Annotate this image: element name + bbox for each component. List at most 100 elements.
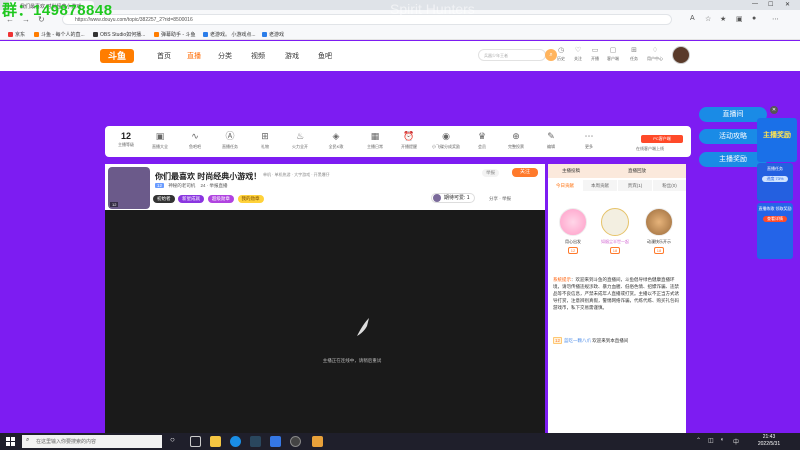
toolbar-item[interactable]: ⏰ 开播提醒 [395, 131, 423, 150]
toolbar-item[interactable]: ⊕ 完整投票 [502, 131, 530, 150]
toolbar-item[interactable]: ▦ 主播日常 [361, 131, 389, 150]
bookmark-item[interactable]: 京东 [8, 31, 25, 38]
rank-user[interactable]: 如烟尘半世一起 18 [596, 208, 634, 254]
replay-link[interactable]: 直播回放 [628, 168, 646, 174]
anchor-name[interactable]: 神秘的老司机 [168, 183, 195, 188]
pc-client-button[interactable]: PC客户端 [641, 135, 683, 143]
chat-username[interactable]: 蓝吃一颗八爪 [564, 338, 591, 343]
toolbar-item[interactable]: ♨ 火力全开 [286, 131, 314, 150]
bookmark-item[interactable]: 斗鱼 - 每个人的直... [34, 31, 85, 38]
toolbar-item[interactable]: ◈ 全民K歌 [322, 131, 350, 150]
loading-text: 主播正在连线中，请稍后重试 [322, 358, 382, 363]
windows-start-icon[interactable] [6, 437, 15, 446]
nav-game[interactable]: 游戏 [285, 51, 299, 61]
avatar [601, 208, 629, 236]
follow-button[interactable]: 关注 [512, 168, 538, 177]
badge[interactable]: 我的勋章 [237, 195, 264, 203]
follow-count[interactable]: 期待可爱: 1 [431, 193, 475, 203]
app-icon[interactable] [312, 436, 323, 447]
nav-fishbar[interactable]: 鱼吧 [318, 51, 332, 61]
toolbar-item[interactable]: ✎ 编辑 [537, 131, 565, 150]
bookmark-item[interactable]: 弹幕助手 - 斗鱼 [154, 31, 195, 38]
history-button[interactable]: ◷ 历史 [553, 47, 569, 62]
network-icon[interactable]: ◫ [708, 437, 714, 444]
taskbar-clock[interactable]: 21:43 2022/5/31 [752, 434, 786, 448]
task-progress-card[interactable]: 直播任务 进度 73% [757, 163, 793, 201]
favorite-star-icon[interactable]: ☆ [705, 15, 711, 23]
taskbar-search-input[interactable]: ⌕ 在这里输入你要搜索的内容 [22, 435, 162, 448]
anchor-info: 12 神秘的老司机 24 · 举报直播 [155, 183, 228, 188]
collections-icon[interactable]: ▣ [736, 15, 743, 23]
nav-video[interactable]: 视频 [251, 51, 265, 61]
promo-card[interactable]: 直播练歌 领取奖励 查看详情 [757, 203, 793, 259]
bookmark-item[interactable]: OBS Studio如何播... [93, 31, 145, 38]
bookmark-item[interactable]: 老游戏 [262, 31, 284, 38]
url-input[interactable]: https://www.douyu.com/topic/382257_2?rid… [62, 14, 672, 25]
badge[interactable]: 超级勋章 [207, 195, 234, 203]
chat-panel: 主播投稿 直播回放 今日贡献 本周贡献 贵宾(1) 粉丝(0) 用心出发 12 … [548, 164, 686, 434]
douyu-logo[interactable]: 斗鱼 [100, 49, 134, 63]
video-player[interactable]: 主播正在连线中，请稍后重试 [105, 210, 545, 434]
steam-icon[interactable] [250, 436, 261, 447]
store-icon[interactable] [270, 436, 281, 447]
edge-icon[interactable] [230, 436, 241, 447]
edit-icon: ✎ [547, 131, 555, 141]
detail-button[interactable]: 查看详情 [763, 216, 787, 222]
tab-vip[interactable]: 贵宾(1) [618, 180, 652, 191]
overlay-watermark: Spirit Hunters [390, 1, 475, 17]
badge[interactable]: 新星成就 [178, 195, 205, 203]
search-input[interactable]: 兵器少年王者 ⌕ [478, 49, 557, 61]
windows-taskbar: ⌕ 在这里输入你要搜索的内容 ○ ⌃ ◫ ◖ 中 21:43 2022/5/31 [0, 433, 800, 450]
tab-today[interactable]: 今日贡献 [548, 180, 582, 191]
follow-button[interactable]: ♡ 关注 [570, 47, 586, 62]
badge[interactable]: 初始者 [153, 195, 175, 203]
task-view-icon[interactable]: ○ [170, 435, 181, 446]
file-explorer-icon[interactable] [210, 436, 221, 447]
report-button[interactable]: 举报 [482, 169, 499, 177]
anchor-post-link[interactable]: 主播投稿 [562, 168, 580, 174]
toolbar-item[interactable]: ⊞ 礼物 [251, 131, 279, 150]
client-button[interactable]: ▢ 客户端 [605, 47, 621, 62]
tray-arrow-icon[interactable]: ⌃ [696, 437, 701, 444]
maximize-icon[interactable]: ☐ [768, 1, 773, 8]
nav-live[interactable]: 直播 [187, 51, 201, 61]
bookmark-item[interactable]: 老游戏。 小游戏点... [203, 31, 256, 38]
nav-home[interactable]: 首页 [157, 51, 171, 61]
anchor-avatar[interactable]: 12 [108, 167, 150, 209]
ime-icon[interactable]: 中 [733, 437, 739, 446]
close-icon[interactable]: ✕ [785, 1, 790, 8]
share-report-tools[interactable]: 分享 · 举报 [489, 196, 511, 202]
toolbar-item[interactable]: ∿ 鱼吧吧 [181, 131, 209, 150]
anchor-level-item[interactable]: 12 主播等级 [113, 131, 139, 148]
start-stream-button[interactable]: ▭ 开播 [587, 47, 603, 62]
avatar [559, 208, 587, 236]
avatar[interactable] [672, 46, 690, 64]
video-icon: ▭ [591, 47, 599, 54]
wave-icon: ∿ [191, 131, 199, 141]
task-button[interactable]: ⊞ 任务 [626, 47, 642, 62]
toolbar-item[interactable]: ◉ 小飞碟分成奖励 [432, 131, 460, 150]
rank-user[interactable]: 动漫快乐开示 18 [640, 208, 678, 254]
toolbar-item[interactable]: ♛ 会员 [468, 131, 496, 150]
profile-icon[interactable]: ● [752, 15, 756, 22]
read-aloud-icon[interactable]: A [690, 15, 695, 22]
tab-week[interactable]: 本周贡献 [583, 180, 617, 191]
user-center-button[interactable]: ♢ 用户中心 [647, 47, 663, 62]
favorites-icon[interactable]: ★ [720, 15, 726, 23]
toolbar-item[interactable]: ▣ 直播大全 [146, 131, 174, 150]
obs-icon[interactable] [290, 436, 301, 447]
promo-banner[interactable]: 主播奖励 [757, 118, 797, 162]
room-category[interactable]: 单机 · 单机热游 · 大宇游戏 · 开黑爆仔 [263, 172, 330, 178]
rank-user[interactable]: 用心出发 12 [554, 208, 592, 254]
menu-dots-icon[interactable]: ⋯ [772, 15, 779, 23]
tab-fans[interactable]: 粉丝(0) [653, 180, 686, 191]
toolbar-item[interactable]: Ⓐ 直播任务 [216, 131, 244, 150]
toolbar-item[interactable]: ⋯ 更多 [575, 131, 603, 150]
task-view-icon[interactable] [190, 436, 201, 447]
volume-icon[interactable]: ◖ [720, 437, 724, 443]
gem-icon: ◈ [332, 131, 340, 141]
room-toolbar: 12 主播等级 ▣ 直播大全 ∿ 鱼吧吧 Ⓐ 直播任务 ⊞ 礼物 ♨ 火力全开 ◈ 全民K歌… [105, 126, 691, 157]
close-icon[interactable]: ✕ [770, 106, 778, 114]
minimize-icon[interactable]: — [752, 1, 758, 7]
nav-category[interactable]: 分类 [218, 51, 232, 61]
